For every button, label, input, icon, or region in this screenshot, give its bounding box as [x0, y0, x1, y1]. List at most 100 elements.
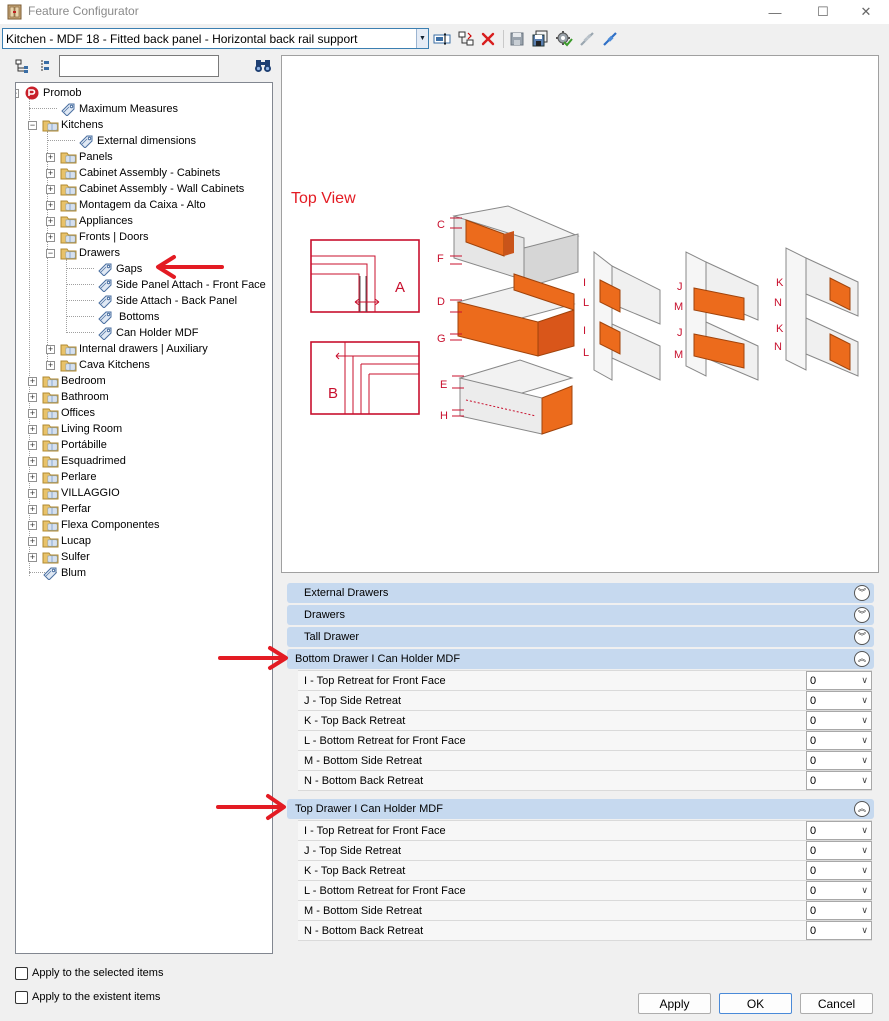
property-value-select[interactable]: 0 ∨: [806, 691, 872, 710]
tree-item[interactable]: + Panels: [16, 149, 272, 165]
tree-item[interactable]: + Bathroom: [16, 389, 272, 405]
collapse-chevron-icon[interactable]: ︽: [854, 651, 870, 667]
expand-chevron-icon[interactable]: ︾: [854, 585, 870, 601]
tree-item[interactable]: Side Attach - Back Panel: [16, 293, 272, 309]
property-value-select[interactable]: 0 ∨: [806, 771, 872, 790]
settings-check-button[interactable]: [554, 29, 574, 49]
tree-search-input[interactable]: [59, 55, 219, 77]
preset-combo[interactable]: Kitchen - MDF 18 - Fitted back panel - H…: [2, 28, 429, 49]
collapse-toggle-icon[interactable]: −: [46, 249, 55, 258]
expand-toggle-icon[interactable]: +: [46, 361, 55, 370]
tree-item[interactable]: − Kitchens: [16, 117, 272, 133]
expand-toggle-icon[interactable]: +: [46, 153, 55, 162]
delete-preset-button[interactable]: [478, 29, 498, 49]
label-j-top: J: [677, 281, 683, 293]
tree-item[interactable]: + Appliances: [16, 213, 272, 229]
disconnect-button[interactable]: [577, 29, 597, 49]
expand-toggle-icon[interactable]: +: [28, 521, 37, 530]
tree-item[interactable]: Gaps: [16, 261, 272, 277]
collapse-chevron-icon[interactable]: ︽: [854, 801, 870, 817]
save-button[interactable]: [507, 29, 527, 49]
property-value-select[interactable]: 0 ∨: [806, 901, 872, 920]
section-header[interactable]: Drawers ︾: [287, 605, 874, 625]
expand-toggle-icon[interactable]: +: [28, 425, 37, 434]
tree-item-label: Flexa Componentes: [61, 519, 160, 531]
ok-button[interactable]: OK: [719, 993, 792, 1014]
expand-toggle-icon[interactable]: +: [28, 489, 37, 498]
expand-toggle-icon[interactable]: +: [28, 537, 37, 546]
tree-item[interactable]: Blum: [16, 565, 272, 581]
rename-preset-button[interactable]: [432, 29, 452, 49]
apply-existent-checkbox[interactable]: [15, 991, 28, 1004]
property-value-select[interactable]: 0 ∨: [806, 921, 872, 940]
tree-item[interactable]: Maximum Measures: [16, 101, 272, 117]
expand-toggle-icon[interactable]: +: [46, 345, 55, 354]
section-header[interactable]: Bottom Drawer I Can Holder MDF ︽: [287, 649, 874, 669]
tree-item[interactable]: + Living Room: [16, 421, 272, 437]
cancel-button[interactable]: Cancel: [800, 993, 873, 1014]
tree-item[interactable]: External dimensions: [16, 133, 272, 149]
property-value-select[interactable]: 0 ∨: [806, 731, 872, 750]
tree-item[interactable]: Bottoms: [16, 309, 272, 325]
property-value-select[interactable]: 0 ∨: [806, 881, 872, 900]
expand-toggle-icon[interactable]: +: [46, 169, 55, 178]
expand-toggle-icon[interactable]: +: [28, 553, 37, 562]
expand-toggle-icon[interactable]: +: [28, 505, 37, 514]
property-value-select[interactable]: 0 ∨: [806, 751, 872, 770]
property-value-select[interactable]: 0 ∨: [806, 821, 872, 840]
tree-item[interactable]: + Internal drawers | Auxiliary: [16, 341, 272, 357]
expand-all-button[interactable]: [13, 57, 31, 75]
property-value-select[interactable]: 0 ∨: [806, 671, 872, 690]
preset-dropdown-button[interactable]: ▼: [416, 29, 428, 48]
tree-item[interactable]: + Portábille: [16, 437, 272, 453]
tree-item[interactable]: + Perfar: [16, 501, 272, 517]
apply-button[interactable]: Apply: [638, 993, 711, 1014]
tree-item[interactable]: + Offices: [16, 405, 272, 421]
tree-item[interactable]: + Cabinet Assembly - Wall Cabinets: [16, 181, 272, 197]
minimize-button[interactable]: —: [752, 0, 798, 24]
expand-toggle-icon[interactable]: +: [46, 201, 55, 210]
expand-toggle-icon[interactable]: +: [28, 409, 37, 418]
expand-chevron-icon[interactable]: ︾: [854, 607, 870, 623]
tree-item[interactable]: + Cabinet Assembly - Cabinets: [16, 165, 272, 181]
tree-item[interactable]: − Drawers: [16, 245, 272, 261]
tree-item[interactable]: + Sulfer: [16, 549, 272, 565]
connect-button[interactable]: [600, 29, 620, 49]
tree-item[interactable]: − Promob: [16, 85, 272, 101]
tree-item[interactable]: + Fronts | Doors: [16, 229, 272, 245]
expand-toggle-icon[interactable]: +: [28, 393, 37, 402]
collapse-toggle-icon[interactable]: −: [28, 121, 37, 130]
tree-item[interactable]: + Montagem da Caixa - Alto: [16, 197, 272, 213]
expand-toggle-icon[interactable]: +: [28, 457, 37, 466]
property-value-select[interactable]: 0 ∨: [806, 841, 872, 860]
tree-item[interactable]: + Perlare: [16, 469, 272, 485]
copy-preset-button[interactable]: [456, 29, 476, 49]
property-value-select[interactable]: 0 ∨: [806, 861, 872, 880]
property-value-select[interactable]: 0 ∨: [806, 711, 872, 730]
expand-toggle-icon[interactable]: +: [46, 217, 55, 226]
collapse-toggle-icon[interactable]: −: [16, 89, 19, 98]
apply-selected-checkbox[interactable]: [15, 967, 28, 980]
expand-toggle-icon[interactable]: +: [28, 441, 37, 450]
expand-chevron-icon[interactable]: ︾: [854, 629, 870, 645]
tree-item[interactable]: + Bedroom: [16, 373, 272, 389]
tree-item[interactable]: Can Holder MDF: [16, 325, 272, 341]
tree-item[interactable]: + VILLAGGIO: [16, 485, 272, 501]
save-as-button[interactable]: [530, 29, 550, 49]
section-header[interactable]: External Drawers ︾: [287, 583, 874, 603]
tree-item[interactable]: Side Panel Attach - Front Face: [16, 277, 272, 293]
expand-toggle-icon[interactable]: +: [46, 185, 55, 194]
tree-item[interactable]: + Cava Kitchens: [16, 357, 272, 373]
maximize-button[interactable]: ☐: [800, 0, 846, 24]
tree-item[interactable]: + Esquadrimed: [16, 453, 272, 469]
collapse-all-button[interactable]: [36, 57, 54, 75]
expand-toggle-icon[interactable]: +: [46, 233, 55, 242]
expand-toggle-icon[interactable]: +: [28, 377, 37, 386]
section-header[interactable]: Top Drawer I Can Holder MDF ︽: [287, 799, 874, 819]
section-header[interactable]: Tall Drawer ︾: [287, 627, 874, 647]
close-window-button[interactable]: ✕: [843, 0, 889, 24]
find-button[interactable]: [252, 56, 274, 76]
tree-item[interactable]: + Flexa Componentes: [16, 517, 272, 533]
tree-item[interactable]: + Lucap: [16, 533, 272, 549]
expand-toggle-icon[interactable]: +: [28, 473, 37, 482]
